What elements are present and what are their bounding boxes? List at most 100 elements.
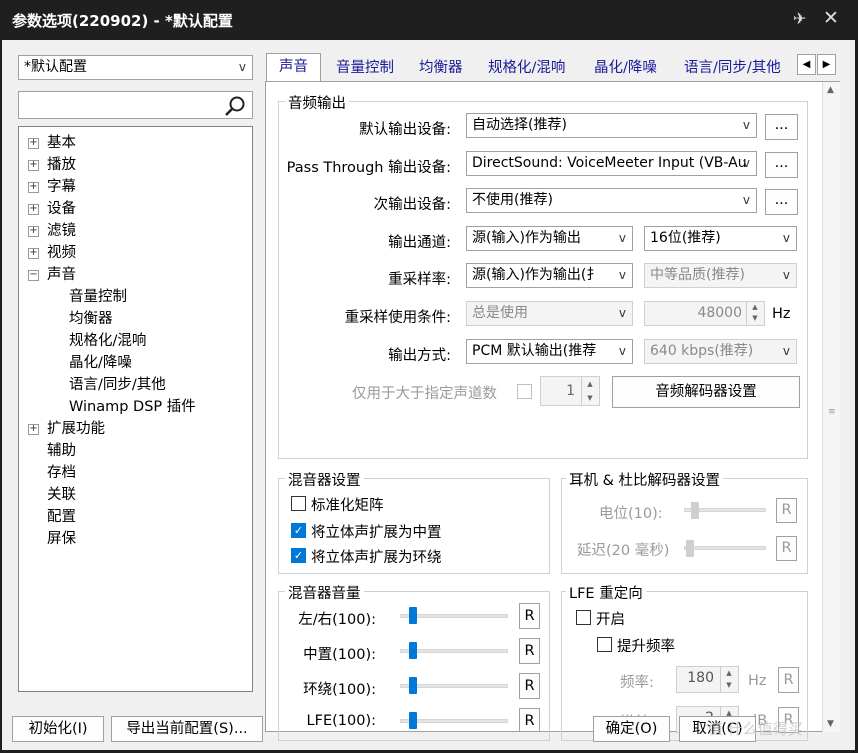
resample-select[interactable]: 源(输入)作为输出(扌 v bbox=[466, 263, 633, 288]
tree-item-language-sync[interactable]: 语言/同步/其他 bbox=[19, 374, 252, 396]
volume-center-thumb[interactable] bbox=[409, 642, 417, 659]
tree-item-audio[interactable]: − 声音 bbox=[19, 264, 252, 286]
tree-item-volume-control[interactable]: 音量控制 bbox=[19, 286, 252, 308]
level-slider-thumb bbox=[691, 502, 699, 519]
sample-rate-unit: Hz bbox=[772, 306, 791, 322]
delay-reset-button: R bbox=[776, 536, 797, 561]
delay-label: 延迟(20 毫秒) bbox=[577, 543, 670, 559]
scroll-up-icon[interactable]: ▲ bbox=[827, 85, 834, 95]
title-bar: 参数选项(220902) - *默认配置 ✈ ✕ bbox=[0, 0, 858, 40]
tree-item-config[interactable]: 配置 bbox=[19, 506, 252, 528]
secondary-device-browse-button[interactable]: ... bbox=[765, 189, 798, 215]
tree-item-basic[interactable]: + 基本 bbox=[19, 132, 252, 154]
lfe-freq-spinner: 180 ▲ ▼ bbox=[676, 666, 739, 693]
tree-item-screensaver[interactable]: 屏保 bbox=[19, 528, 252, 550]
passthrough-label: Pass Through 输出设备: bbox=[286, 160, 451, 176]
expand-icon[interactable]: + bbox=[28, 248, 39, 259]
pin-icon[interactable]: ✈ bbox=[793, 9, 806, 28]
lfe-boost-label: 提升频率 bbox=[617, 639, 675, 655]
tree-item-device[interactable]: + 设备 bbox=[19, 198, 252, 220]
export-config-button[interactable]: 导出当前配置(S)... bbox=[111, 716, 263, 742]
volume-lfe-reset-button[interactable]: R bbox=[519, 708, 540, 732]
resample-condition-label: 重采样使用条件: bbox=[344, 310, 451, 326]
resample-condition-select: 总是使用 v bbox=[466, 301, 633, 326]
volume-center-reset-button[interactable]: R bbox=[519, 638, 540, 664]
tree-item-assist[interactable]: 辅助 bbox=[19, 440, 252, 462]
stereo-center-checkbox[interactable]: ✓ bbox=[291, 523, 306, 538]
passthrough-select[interactable]: DirectSound: VoiceMeeter Input (VB-Au v bbox=[466, 151, 757, 176]
collapse-icon[interactable]: − bbox=[28, 270, 39, 281]
default-device-browse-button[interactable]: ... bbox=[765, 114, 798, 140]
default-device-select[interactable]: 自动选择(推荐) v bbox=[466, 113, 757, 138]
search-input[interactable] bbox=[18, 91, 253, 119]
page-scrollbar[interactable]: ▲ ≡ ▼ bbox=[822, 82, 840, 732]
expand-icon[interactable]: + bbox=[28, 226, 39, 237]
tab-equalizer[interactable]: 均衡器 bbox=[419, 55, 463, 81]
lfe-redirect-title: LFE 重定向 bbox=[566, 582, 646, 603]
initialize-button[interactable]: 初始化(I) bbox=[12, 716, 104, 742]
lfe-boost-checkbox[interactable] bbox=[597, 637, 612, 652]
output-mode-label: 输出方式: bbox=[388, 348, 451, 364]
tab-scroll-left-icon[interactable]: ◀ bbox=[797, 54, 816, 75]
scroll-down-icon[interactable]: ▼ bbox=[827, 719, 834, 729]
settings-tree[interactable]: + 基本 + 播放 + 字幕 + 设备 + 滤镜 + 视频 − 声音 音量控制 均衡器 规格化… bbox=[18, 126, 253, 692]
tab-language-sync[interactable]: 语言/同步/其他 bbox=[684, 55, 781, 81]
volume-lfe-thumb[interactable] bbox=[409, 712, 417, 729]
volume-lr-label: 左/右(100): bbox=[298, 612, 376, 628]
resample-label: 重采样率: bbox=[388, 272, 451, 288]
tree-item-association[interactable]: 关联 bbox=[19, 484, 252, 506]
close-icon[interactable]: ✕ bbox=[823, 7, 839, 29]
volume-surround-reset-button[interactable]: R bbox=[519, 673, 540, 699]
volume-lr-reset-button[interactable]: R bbox=[519, 603, 540, 629]
tree-item-subtitle[interactable]: + 字幕 bbox=[19, 176, 252, 198]
expand-icon[interactable]: + bbox=[28, 138, 39, 149]
passthrough-browse-button[interactable]: ... bbox=[765, 152, 798, 178]
channel-count-checkbox[interactable] bbox=[517, 384, 532, 399]
expand-icon[interactable]: + bbox=[28, 424, 39, 435]
bitrate-select: 640 kbps(推荐) v bbox=[644, 339, 797, 364]
secondary-device-select[interactable]: 不使用(推荐) v bbox=[466, 188, 757, 213]
tab-scroll-right-icon[interactable]: ▶ bbox=[817, 54, 836, 75]
spinner-arrows-icon: ▲▼ bbox=[746, 302, 763, 325]
audio-decoder-settings-button[interactable]: 音频解码器设置 bbox=[612, 376, 800, 408]
volume-surround-thumb[interactable] bbox=[409, 677, 417, 694]
lfe-freq-label: 频率: bbox=[620, 675, 654, 691]
tree-item-equalizer[interactable]: 均衡器 bbox=[19, 308, 252, 330]
default-device-label: 默认输出设备: bbox=[359, 122, 451, 138]
expand-icon[interactable]: + bbox=[28, 182, 39, 193]
tree-item-filter[interactable]: + 滤镜 bbox=[19, 220, 252, 242]
lfe-freq-unit: Hz bbox=[748, 673, 767, 689]
spinner-arrows-icon: ▲▼ bbox=[720, 667, 737, 692]
chevron-down-icon: v bbox=[618, 231, 626, 245]
audio-output-title: 音频输出 bbox=[285, 92, 349, 113]
tree-item-video[interactable]: + 视频 bbox=[19, 242, 252, 264]
tab-normalize-reverb[interactable]: 规格化/混响 bbox=[488, 55, 565, 81]
channel-select[interactable]: 源(输入)作为输出 v bbox=[466, 226, 633, 251]
expand-icon[interactable]: + bbox=[28, 160, 39, 171]
profile-select[interactable]: *默认配置 v bbox=[18, 55, 253, 80]
chevron-down-icon: v bbox=[238, 60, 246, 74]
channel-count-spinner: 1 ▲ ▼ bbox=[540, 376, 600, 406]
expand-icon[interactable]: + bbox=[28, 204, 39, 215]
tree-item-archive[interactable]: 存档 bbox=[19, 462, 252, 484]
volume-lr-thumb[interactable] bbox=[409, 607, 417, 624]
tree-item-crystal-denoise[interactable]: 晶化/降噪 bbox=[19, 352, 252, 374]
search-icon[interactable] bbox=[224, 95, 246, 117]
tree-item-extensions[interactable]: + 扩展功能 bbox=[19, 418, 252, 440]
ok-button[interactable]: 确定(O) bbox=[593, 716, 670, 742]
tab-volume-control[interactable]: 音量控制 bbox=[336, 55, 394, 81]
bit-depth-select[interactable]: 16位(推荐) v bbox=[644, 226, 797, 251]
chevron-down-icon: v bbox=[618, 306, 626, 320]
stereo-surround-checkbox[interactable]: ✓ bbox=[291, 548, 306, 563]
tree-item-playback[interactable]: + 播放 bbox=[19, 154, 252, 176]
tab-crystal-denoise[interactable]: 晶化/降噪 bbox=[594, 55, 657, 81]
window-title: 参数选项(220902) - *默认配置 bbox=[12, 12, 233, 30]
tree-item-winamp-dsp[interactable]: Winamp DSP 插件 bbox=[19, 396, 252, 418]
tab-audio[interactable]: 声音 bbox=[266, 53, 321, 81]
lfe-enable-checkbox[interactable] bbox=[576, 610, 591, 625]
normalize-matrix-checkbox[interactable] bbox=[291, 496, 306, 511]
output-mode-select[interactable]: PCM 默认输出(推荐 v bbox=[466, 339, 633, 364]
scroll-grip-icon[interactable]: ≡ bbox=[828, 407, 836, 417]
tab-page-audio: 音频输出 默认输出设备: 自动选择(推荐) v ... Pass Through … bbox=[265, 81, 840, 741]
tree-item-normalize-reverb[interactable]: 规格化/混响 bbox=[19, 330, 252, 352]
